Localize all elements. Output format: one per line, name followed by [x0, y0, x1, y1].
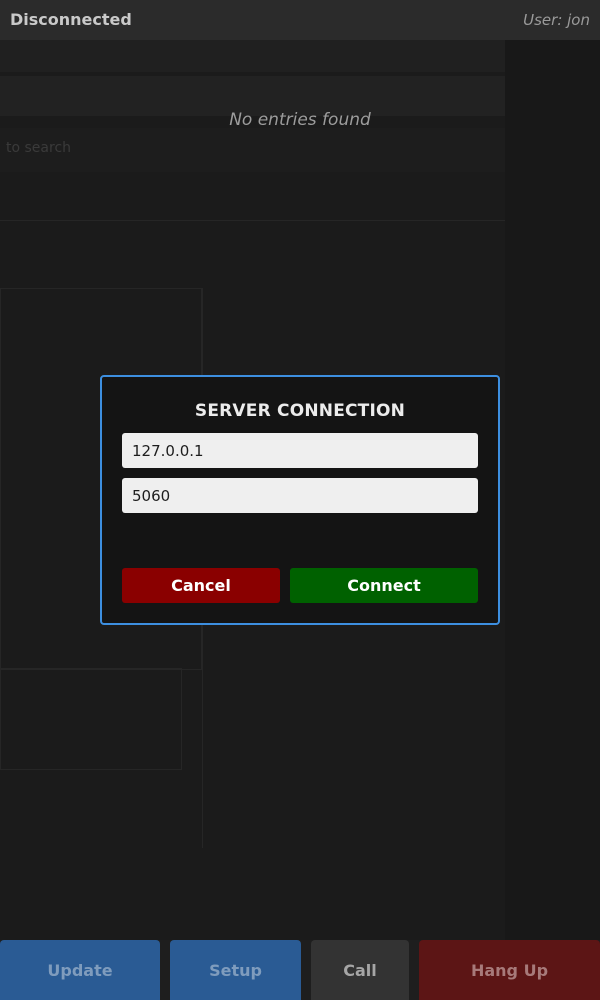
- background-search-hint: to search: [6, 140, 72, 156]
- empty-message: No entries found: [229, 110, 371, 130]
- connection-status: Disconnected: [10, 10, 132, 29]
- background-panel-lower: [0, 668, 182, 770]
- setup-button[interactable]: Setup: [170, 940, 301, 1000]
- background-divider: [0, 220, 505, 221]
- dialog-title: SERVER CONNECTION: [194, 401, 406, 421]
- host-input[interactable]: [122, 433, 478, 468]
- status-bar: Disconnected User: jon: [0, 0, 600, 40]
- call-button[interactable]: Call: [311, 940, 409, 1000]
- update-button[interactable]: Update: [0, 940, 160, 1000]
- user-label: User: jon: [523, 11, 590, 29]
- hang-up-button[interactable]: Hang Up: [419, 940, 600, 1000]
- app-window: Disconnected User: jon to search No entr…: [0, 0, 600, 1000]
- background-right-column: [505, 40, 600, 940]
- cancel-button[interactable]: Cancel: [122, 568, 280, 603]
- background-tabstrip: [0, 40, 505, 72]
- background-search-row: to search: [0, 128, 505, 172]
- server-connection-dialog: SERVER CONNECTION Cancel Connect: [100, 375, 500, 625]
- port-input[interactable]: [122, 478, 478, 513]
- connect-button[interactable]: Connect: [290, 568, 478, 603]
